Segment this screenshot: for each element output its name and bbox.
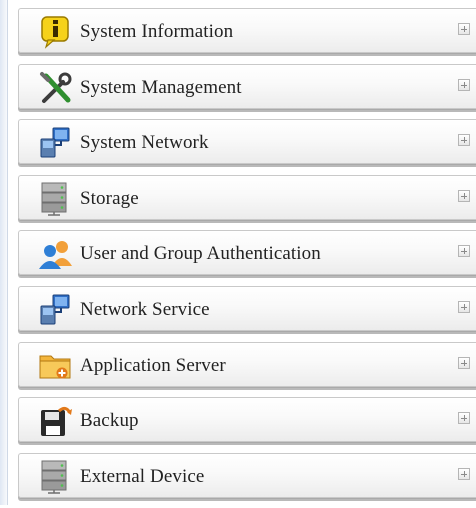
menu-item-application-server[interactable]: Application Server: [18, 341, 476, 387]
menu-item-backup[interactable]: Backup: [18, 397, 476, 443]
menu-item-label: System Management: [80, 76, 242, 98]
tools-icon: [38, 70, 74, 106]
expand-icon[interactable]: [458, 467, 470, 480]
menu-item-label: Backup: [80, 410, 139, 432]
menu-item-system-network[interactable]: System Network: [18, 119, 476, 165]
expand-icon[interactable]: [458, 23, 470, 35]
expand-icon[interactable]: [458, 412, 470, 425]
menu-item-label: Application Server: [80, 354, 226, 376]
expand-icon[interactable]: [458, 189, 470, 202]
tree-menu: System Information System Management Sys…: [18, 8, 476, 508]
menu-item-label: Storage: [80, 187, 139, 209]
expand-icon[interactable]: [458, 245, 470, 258]
expand-icon[interactable]: [458, 300, 470, 313]
menu-item-storage[interactable]: Storage: [18, 174, 476, 220]
backup-icon: [38, 403, 74, 439]
users-icon: [38, 236, 74, 272]
menu-item-label: User and Group Authentication: [80, 243, 321, 265]
expand-icon[interactable]: [458, 78, 470, 91]
storage-icon: [38, 181, 74, 217]
menu-item-system-information[interactable]: System Information: [18, 8, 476, 53]
network-icon: [38, 125, 74, 161]
menu-item-label: System Network: [80, 132, 209, 154]
panel-left-border: [0, 0, 8, 505]
menu-item-system-management[interactable]: System Management: [18, 63, 476, 109]
menu-item-network-service[interactable]: Network Service: [18, 285, 476, 331]
menu-item-label: System Information: [80, 21, 234, 42]
menu-item-label: External Device: [80, 465, 205, 487]
menu-item-user-group-authentication[interactable]: User and Group Authentication: [18, 230, 476, 276]
expand-icon[interactable]: [458, 134, 470, 147]
menu-item-external-device[interactable]: External Device: [18, 452, 476, 498]
navigation-panel: System Information System Management Sys…: [0, 0, 476, 505]
expand-icon[interactable]: [458, 356, 470, 369]
network-icon: [38, 292, 74, 328]
menu-item-label: Network Service: [80, 298, 210, 320]
storage-icon: [38, 459, 74, 495]
folder-add-icon: [38, 348, 74, 384]
info-icon: [38, 14, 74, 50]
